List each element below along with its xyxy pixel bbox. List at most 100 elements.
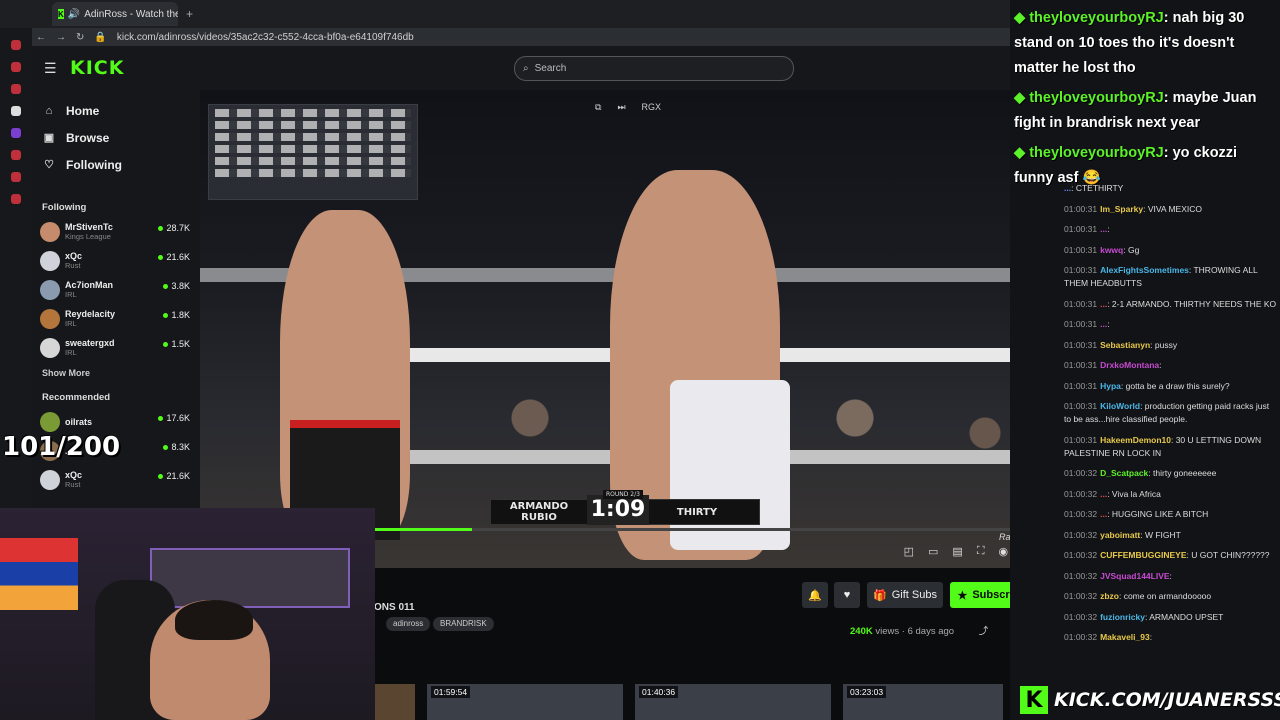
- live-dot-icon: [158, 473, 164, 479]
- chat-message: 01:00:31 DrxkoMontana:: [1064, 359, 1278, 372]
- browser-tab[interactable]: K 🔊 AdinRoss - Watch the ✕: [52, 2, 178, 26]
- video-thumbnail[interactable]: 01:40:36: [635, 684, 831, 720]
- chat-message: 01:00:32 JVSquad144LIVE:: [1064, 570, 1278, 583]
- chat-text: : U GOT CHIN??????: [1186, 550, 1270, 560]
- reload-icon[interactable]: ↻: [76, 32, 84, 43]
- channel-name: MrStivenTc: [65, 222, 113, 232]
- chat-username[interactable]: Sebastianyn: [1100, 340, 1150, 350]
- chat-timestamp: 01:00:31: [1064, 339, 1098, 350]
- avatar: [40, 279, 60, 300]
- video-player[interactable]: ⧉ ⏭ RGX ARMANDO RUBIO ROUND 2/3 1:09 THI…: [200, 90, 1050, 568]
- site-header: ☰ KICK ⌕ Search: [32, 46, 1010, 90]
- channel-category: IRL: [65, 348, 77, 357]
- captions-icon[interactable]: ▤: [952, 545, 962, 558]
- nav-following[interactable]: ♡ Following: [42, 151, 200, 178]
- new-tab-icon[interactable]: +: [186, 7, 193, 21]
- fullscreen-icon[interactable]: ⛶: [977, 545, 985, 558]
- rail-app-icon[interactable]: [11, 40, 21, 50]
- theater-icon[interactable]: ▭: [928, 545, 938, 558]
- notifications-button[interactable]: 🔔: [802, 582, 828, 608]
- chat-username[interactable]: HakeemDemon10: [1100, 435, 1171, 445]
- chat-text: : W FIGHT: [1140, 529, 1181, 540]
- video-thumbnail[interactable]: 01:59:54: [427, 684, 623, 720]
- sidebar-channel-ac7ionman[interactable]: Ac7ionMan IRL 3.8K: [40, 275, 200, 304]
- chat-username[interactable]: kwwq: [1100, 245, 1123, 255]
- kick-logo-icon: K: [1020, 686, 1048, 714]
- live-dot-icon: [163, 312, 169, 318]
- clip-icon[interactable]: ◰: [904, 545, 914, 558]
- avatar: [40, 308, 60, 329]
- video-title: ONS 011: [374, 602, 415, 613]
- chat-username[interactable]: Hypa: [1100, 381, 1121, 391]
- address-bar[interactable]: ← → ↻ 🔒 kick.com/adinross/videos/35ac2c3…: [0, 28, 1010, 46]
- rail-app-icon[interactable]: [11, 172, 21, 182]
- nav-browse[interactable]: ▣ Browse: [42, 124, 200, 151]
- chat-message: 01:00:31 kwwq: Gg: [1064, 244, 1278, 257]
- chat-username[interactable]: CUFFEMBUGGINEYE: [1100, 550, 1186, 560]
- sidebar-channel-xqc-recommended[interactable]: xQc Rust 21.6K: [40, 465, 200, 494]
- rail-app-icon[interactable]: [11, 84, 21, 94]
- chat-username[interactable]: KiloWorld: [1100, 401, 1140, 411]
- chat-username[interactable]: theyloveyourboyRJ: [1029, 10, 1164, 26]
- sidebar-channel-mrstiventc[interactable]: MrStivenTc Kings League 28.7K: [40, 217, 200, 246]
- chat-username[interactable]: D_Scatpack: [1100, 468, 1148, 478]
- kick-logo[interactable]: KICK: [70, 57, 124, 79]
- channel-name: Ac7ionMan: [65, 280, 114, 290]
- chat-username[interactable]: yaboimatt: [1100, 530, 1140, 540]
- share-icon[interactable]: ⤴: [979, 626, 989, 637]
- menu-icon[interactable]: ☰: [44, 60, 58, 77]
- rail-app-icon[interactable]: [11, 62, 21, 72]
- viewer-count-value: 3.8K: [171, 281, 190, 291]
- show-more-link[interactable]: Show More: [42, 368, 200, 378]
- rgx-label: RGX: [641, 102, 662, 112]
- following-heading: Following: [42, 202, 87, 213]
- sidebar-channel-xqc[interactable]: xQc Rust 21.6K: [40, 246, 200, 275]
- skip-icon[interactable]: ⏭: [617, 102, 625, 113]
- back-icon[interactable]: ←: [36, 32, 46, 43]
- fight-scorebug: ARMANDO RUBIO ROUND 2/3 1:09 THIRTY: [490, 490, 760, 525]
- video-top-controls: ⧉ ⏭ RGX: [595, 102, 661, 113]
- chat-username[interactable]: AlexFightsSometimes: [1100, 265, 1189, 275]
- thumbnail-duration: 01:59:54: [431, 686, 471, 698]
- sidebar-channel-reydelacity[interactable]: Reydelacity IRL 1.8K: [40, 304, 200, 333]
- rail-app-icon[interactable]: [11, 128, 21, 138]
- browse-icon: ▣: [43, 132, 55, 144]
- chat-panel: ◆ theyloveyourboyRJ: nah big 30 stand on…: [1010, 0, 1280, 720]
- speed-icon[interactable]: ◉: [999, 545, 1009, 558]
- follow-button[interactable]: ♥: [834, 582, 860, 608]
- search-input[interactable]: ⌕ Search: [514, 56, 794, 81]
- chat-text: : come on armandooooo: [1118, 591, 1212, 601]
- video-thumbnail[interactable]: 03:23:03: [843, 684, 1003, 720]
- rail-app-icon[interactable]: [11, 106, 21, 116]
- chat-username[interactable]: DrxkoMontana: [1100, 360, 1159, 370]
- tag-brandrisk[interactable]: BRANDRISK: [433, 617, 494, 631]
- sidebar-channel-sweatergxd[interactable]: sweatergxd IRL 1.5K: [40, 333, 200, 362]
- chat-username[interactable]: zbzo: [1100, 591, 1119, 601]
- chat-timestamp: 01:00:31: [1064, 244, 1098, 255]
- rail-app-icon[interactable]: [11, 150, 21, 160]
- rail-app-icon[interactable]: [11, 194, 21, 204]
- channel-category: Kings League: [65, 232, 111, 241]
- chat-message: 01:00:31 Im_Sparky: VIVA MEXICO: [1064, 203, 1278, 216]
- chat-username[interactable]: fuzionricky: [1100, 612, 1145, 622]
- viewer-count: 21.6K: [158, 252, 190, 262]
- url-text[interactable]: kick.com/adinross/videos/35ac2c32-c552-4…: [117, 32, 414, 43]
- chat-username[interactable]: JVSquad144LIVE: [1100, 571, 1169, 581]
- video-thumbnail[interactable]: [375, 684, 415, 720]
- pip-icon[interactable]: ⧉: [595, 102, 601, 113]
- chat-timestamp: 01:00:32: [1064, 611, 1098, 622]
- forward-icon[interactable]: →: [56, 32, 66, 43]
- chat-username[interactable]: theyloveyourboyRJ: [1029, 90, 1164, 106]
- chat-username[interactable]: theyloveyourboyRJ: [1029, 145, 1164, 161]
- heart-icon: ♡: [44, 159, 54, 171]
- nav-home[interactable]: ⌂ Home: [42, 97, 200, 124]
- chat-message: 01:00:32 fuzionricky: ARMANDO UPSET: [1064, 611, 1278, 624]
- gift-subs-button[interactable]: 🎁 Gift Subs: [867, 582, 943, 608]
- chat-username[interactable]: Makaveli_93: [1100, 632, 1150, 642]
- chat-text: : 2-1 ARMANDO. THIRTHY NEEDS THE KO: [1107, 298, 1277, 309]
- tag-adinross[interactable]: adinross: [386, 617, 431, 631]
- chat-timestamp: 01:00:31: [1064, 401, 1098, 411]
- chat-username[interactable]: Im_Sparky: [1100, 204, 1143, 214]
- bell-icon: 🔔: [808, 589, 822, 602]
- chat-timestamp: 01:00:32: [1064, 509, 1098, 519]
